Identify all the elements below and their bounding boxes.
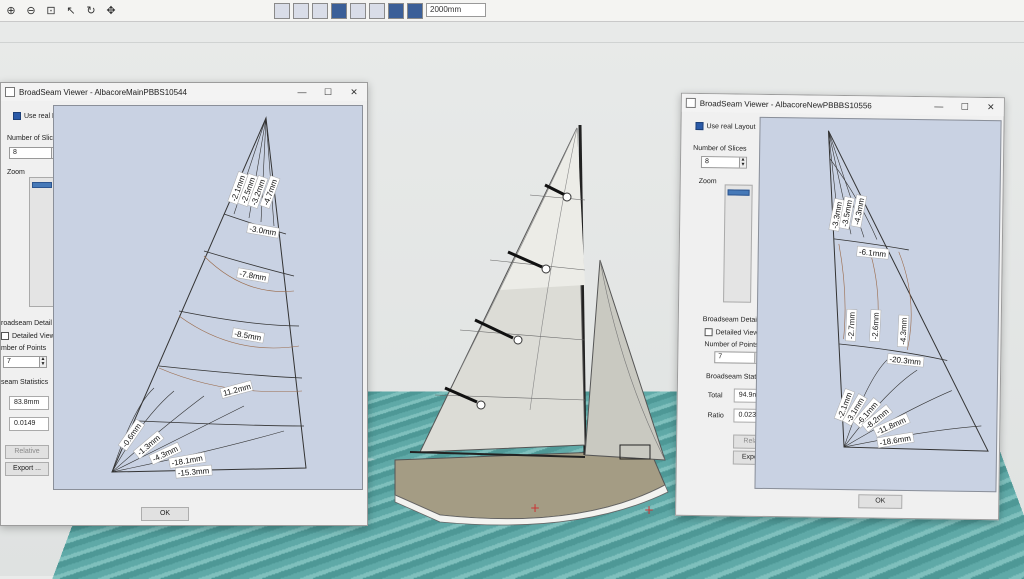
svg-text:-2.7mm: -2.7mm [847,311,857,339]
view-toolbar-group: 2000mm [274,2,486,19]
view-button-7[interactable] [388,2,404,19]
broadseam-value-label: -8.5mm [231,327,265,344]
horizon-line [0,42,1024,43]
svg-text:-6.1mm: -6.1mm [859,247,887,259]
pointer-icon[interactable]: ↖ [64,4,78,18]
close-icon[interactable]: ✕ [978,101,1004,112]
detailed-view-checkbox[interactable]: Detailed View [1,332,55,340]
broadseam-value-label: 11.2mm [219,380,254,399]
svg-text:-2.6mm: -2.6mm [871,312,881,340]
relative-button[interactable]: Relative [5,445,49,459]
statistics-label: seam Statistics [1,379,49,386]
number-of-points-label: Number of Points [704,341,759,349]
minimize-icon[interactable]: — [289,87,315,97]
view-button-6[interactable] [369,2,385,19]
app-toolbar: ⊕ ⊖ ⊡ ↖ ↻ ✥ 2000mm [0,0,1024,22]
total-value-field: 83.8mm [9,396,49,410]
checkbox-box[interactable] [695,121,704,131]
maximize-icon[interactable]: ☐ [952,101,978,112]
zoom-in-icon[interactable]: ⊕ [4,4,18,18]
app-icon [685,97,696,108]
title-bar: BroadSeam Viewer - AlbacoreNewPBBBS10556… [681,93,1004,117]
broadseam-labels: -2.1mm-2.5mm-3.2mm-4.7mm-3.0mm-7.8mm-8.5… [117,171,281,479]
export-button[interactable]: Export ... [5,462,49,476]
minimize-icon[interactable]: — [926,101,952,111]
stepper-arrows-icon[interactable]: ▲▼ [39,357,46,367]
svg-text:-18.6mm: -18.6mm [879,434,912,448]
title-bar: BroadSeam Viewer - AlbacoreMainPBBS10544… [1,83,367,101]
zoom-slider-thumb[interactable] [727,189,750,196]
stepper-arrows-icon[interactable]: ▲▼ [738,157,747,168]
zoom-fit-icon[interactable]: ⊡ [44,4,58,18]
new-sail-broadseam-diagram: -3.3mm-3.5mm-4.3mm-6.1mm-2.7mm -2.6mm -4.3… [827,130,989,452]
svg-text:-4.3mm: -4.3mm [852,197,866,226]
number-of-points-stepper[interactable]: 7 ▲▼ [714,351,763,364]
checkbox-box[interactable] [1,332,9,340]
broadseam-value-label: -3.0mm [246,222,280,239]
svg-text:+: + [644,503,654,517]
use-real-layout-checkbox[interactable]: Use real Layout [695,121,756,131]
svg-text:+: + [530,501,540,515]
zoom-slider-thumb[interactable] [32,182,52,188]
view-button-1[interactable] [274,2,290,19]
broadseam-value-label: -20.3mm [886,353,925,368]
broadseam-value-label: -4.3mm [897,314,910,348]
ratio-label: Ratio [707,412,724,420]
number-of-points-label: mber of Points [1,345,47,352]
rotate-icon[interactable]: ↻ [84,4,98,18]
view-button-5[interactable] [350,2,366,19]
zoom-label: Zoom [7,169,25,176]
zoom-slider[interactable] [723,184,753,303]
number-of-slices-label: Number of Slices [693,144,747,153]
view-button-8[interactable] [407,2,423,19]
ratio-value-field: 0.0149 [9,417,49,431]
ok-button[interactable]: OK [141,507,189,521]
number-of-points-stepper[interactable]: 7 ▲▼ [3,356,47,368]
broadseam-value-label: -6.1mm [856,245,890,260]
broadseam-viewer-new-dialog: BroadSeam Viewer - AlbacoreNewPBBBS10556… [675,92,1005,521]
broadseam-value-label: -2.6mm [869,309,882,342]
ok-button[interactable]: OK [858,494,903,509]
total-label: Total [707,392,723,400]
view-button-3[interactable] [312,2,328,19]
close-icon[interactable]: ✕ [341,87,367,98]
maximize-icon[interactable]: ☐ [315,87,341,98]
svg-text:-4.3mm: -4.3mm [898,317,908,345]
mainsail-broadseam-diagram: -2.1mm-2.5mm-3.2mm-4.7mm-3.0mm-7.8mm-8.5… [111,116,307,479]
view-button-4[interactable] [331,2,347,19]
svg-text:-20.3mm: -20.3mm [889,355,922,367]
broadseam-canvas[interactable]: -2.1mm -2.5mm -3.2mm -4.7mm -3.0mm -7.8mm -8.5… [53,105,363,490]
window-title: BroadSeam Viewer - AlbacoreMainPBBS10544 [19,87,187,97]
checkbox-box[interactable] [13,112,21,120]
broadseam-canvas[interactable]: -3.3mm -3.5mm -4.3mm -6.1mm -2.7mm -2.6mm -4.3… [754,116,1002,493]
view-button-2[interactable] [293,2,309,19]
broadseam-detail-label: Broadseam Detail [702,316,759,324]
sailboat-3d-model[interactable]: + + [380,110,680,530]
zoom-distance-field[interactable]: 2000mm [426,2,486,17]
number-of-slices-stepper[interactable]: 8 ▲▼ [9,147,59,159]
svg-text:11.2mm: 11.2mm [222,382,252,398]
number-of-slices-stepper[interactable]: 8 ▲▼ [700,156,748,169]
checkbox-box[interactable] [704,328,713,337]
window-title: BroadSeam Viewer - AlbacoreNewPBBBS10556 [699,98,872,110]
svg-text:-18.1mm: -18.1mm [171,454,204,468]
zoom-out-icon[interactable]: ⊖ [24,4,38,18]
pan-icon[interactable]: ✥ [104,4,118,18]
broadseam-value-label: -7.8mm [236,267,270,284]
broadseam-value-label: -2.7mm [845,308,858,342]
zoom-label: Zoom [698,178,717,186]
broadseam-value-label: -15.3mm [175,464,213,479]
broadseam-viewer-main-dialog: BroadSeam Viewer - AlbacoreMainPBBS10544… [0,82,368,526]
zoom-slider[interactable] [29,177,55,307]
detailed-view-checkbox[interactable]: Detailed View [704,328,759,337]
svg-text:-15.3mm: -15.3mm [177,466,210,478]
app-icon [5,87,15,97]
broadseam-detail-label: roadseam Detail [1,320,52,327]
